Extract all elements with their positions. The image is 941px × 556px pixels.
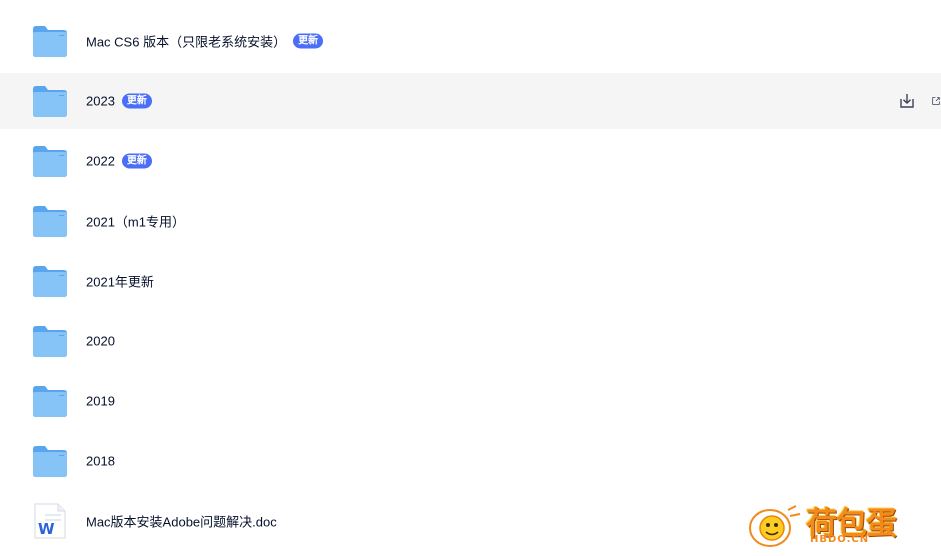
file-name-text: Mac版本安装Adobe问题解决.doc: [86, 514, 277, 530]
file-name-text: 2021年更新: [86, 274, 154, 290]
watermark-subtitle: HBDO.CN: [810, 534, 870, 545]
folder-icon: [31, 143, 69, 179]
folder-icon: [31, 263, 69, 299]
file-name: 2021年更新: [86, 272, 154, 291]
file-name-text: 2021（m1专用）: [86, 214, 185, 230]
folder-icon: [31, 323, 69, 359]
list-item[interactable]: 2021（m1专用）: [0, 191, 941, 251]
file-name: Mac CS6 版本（只限老系统安装） 更新: [86, 32, 324, 51]
share-icon[interactable]: [931, 91, 941, 111]
file-name-text: 2019: [86, 393, 115, 409]
folder-icon: [31, 203, 69, 239]
file-name: 2023 更新: [86, 93, 152, 109]
folder-icon: [31, 443, 69, 479]
update-badge: 更新: [121, 153, 152, 169]
file-name: 2020: [86, 334, 115, 349]
list-item[interactable]: 2020: [0, 311, 941, 371]
watermark-logo: 荷包蛋 HBDO.CN: [744, 496, 934, 552]
list-item[interactable]: 2018: [0, 431, 941, 491]
svg-text:W: W: [38, 520, 55, 538]
list-item[interactable]: 2019: [0, 371, 941, 431]
file-name-text: 2020: [86, 333, 115, 349]
update-badge: 更新: [121, 93, 152, 109]
file-name-text: 2018: [86, 453, 115, 469]
file-name-text: Mac CS6 版本（只限老系统安装）: [86, 34, 287, 50]
file-name-text: 2022: [86, 153, 115, 169]
file-name: 2022 更新: [86, 153, 152, 169]
file-name-text: 2023: [86, 93, 115, 109]
file-name: 2018: [86, 454, 115, 469]
list-item[interactable]: 2021年更新: [0, 251, 941, 311]
file-name: 2019: [86, 394, 115, 409]
download-icon[interactable]: [897, 91, 917, 111]
list-item[interactable]: 2023 更新: [0, 73, 941, 129]
word-doc-icon: W: [31, 503, 69, 539]
update-badge: 更新: [293, 33, 324, 49]
file-name: 2021（m1专用）: [86, 212, 185, 231]
folder-icon: [31, 383, 69, 419]
folder-icon: [31, 23, 69, 59]
file-name: Mac版本安装Adobe问题解决.doc: [86, 512, 277, 531]
egg-mascot-icon: [748, 502, 804, 550]
list-item[interactable]: Mac CS6 版本（只限老系统安装） 更新: [0, 11, 941, 71]
folder-icon: [31, 83, 69, 119]
row-actions: [897, 91, 941, 111]
list-item[interactable]: 2022 更新: [0, 131, 941, 191]
file-list: Mac CS6 版本（只限老系统安装） 更新 2023 更新 2022 更新 2…: [0, 11, 941, 551]
